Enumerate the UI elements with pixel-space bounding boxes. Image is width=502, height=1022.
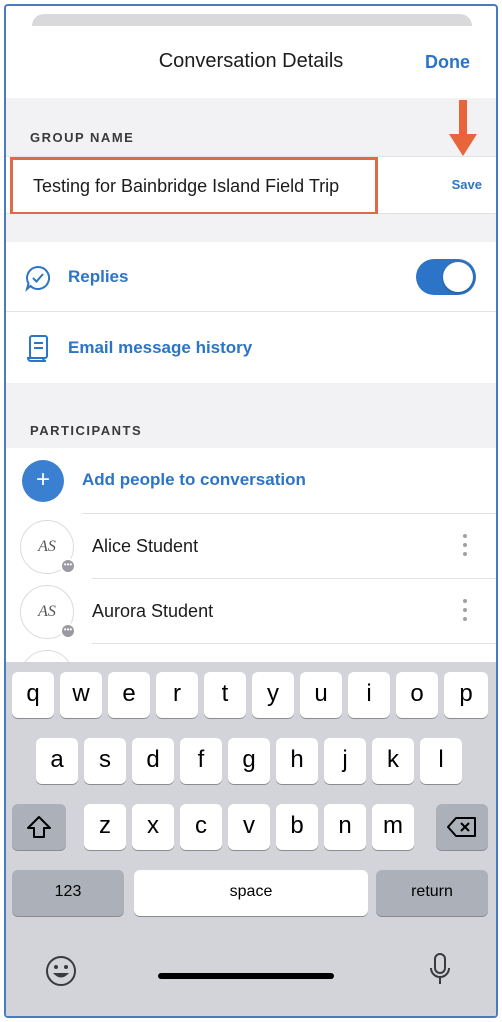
key-j[interactable]: j [324,738,366,784]
group-name-input[interactable]: Testing for Bainbridge Island Field Trip [10,157,378,215]
phone-frame: Conversation Details Done GROUP NAME Tes… [4,4,498,1018]
key-u[interactable]: u [300,672,342,718]
email-history-label: Email message history [68,338,253,357]
more-vertical-icon[interactable] [462,534,468,560]
home-indicator [158,973,334,979]
key-h[interactable]: h [276,738,318,784]
key-e[interactable]: e [108,672,150,718]
list-item-partial [6,644,496,704]
key-t[interactable]: t [204,672,246,718]
list-item[interactable]: AS ••• Alice Student [6,514,496,579]
shift-key[interactable] [12,804,66,850]
conversation-details-sheet: Conversation Details Done GROUP NAME Tes… [6,26,496,1016]
participant-name: Alice Student [92,536,199,556]
page-title: Conversation Details [158,50,344,72]
replies-label: Replies [68,267,129,286]
message-badge-icon: ••• [60,623,76,639]
add-people-label: Add people to conversation [82,470,306,489]
backspace-icon [447,817,476,837]
space-key[interactable]: space [134,870,368,916]
key-k[interactable]: k [372,738,414,784]
key-b[interactable]: b [276,804,318,850]
key-g[interactable]: g [228,738,270,784]
key-y[interactable]: y [252,672,294,718]
key-i[interactable]: i [348,672,390,718]
document-icon [26,335,48,362]
backspace-key[interactable] [436,804,488,850]
nav-bar: Conversation Details Done [6,26,496,98]
key-d[interactable]: d [132,738,174,784]
key-x[interactable]: x [132,804,174,850]
return-key[interactable]: return [376,870,488,916]
key-q[interactable]: q [12,672,54,718]
participants-label: PARTICIPANTS [30,423,143,438]
key-r[interactable]: r [156,672,198,718]
key-p[interactable]: p [444,672,488,718]
numbers-key[interactable]: 123 [12,870,124,916]
key-s[interactable]: s [84,738,126,784]
key-m[interactable]: m [372,804,414,850]
key-z[interactable]: z [84,804,126,850]
key-a[interactable]: a [36,738,78,784]
microphone-icon[interactable] [428,952,452,988]
plus-icon: + [22,460,64,502]
key-f[interactable]: f [180,738,222,784]
replies-icon [25,265,50,292]
key-w[interactable]: w [60,672,102,718]
key-v[interactable]: v [228,804,270,850]
participant-name: Aurora Student [92,601,214,621]
replies-toggle[interactable] [416,259,476,295]
group-name-header: GROUP NAME [6,98,496,156]
add-people-row[interactable]: + Add people to conversation [6,448,496,514]
group-name-label: GROUP NAME [30,130,135,145]
email-history-row[interactable]: Email message history [6,312,496,383]
message-badge-icon: ••• [60,558,76,574]
group-name-row: Testing for Bainbridge Island Field Trip… [6,156,496,215]
list-item[interactable]: AS ••• Aurora Student [6,579,496,644]
key-n[interactable]: n [324,804,366,850]
shift-icon [27,816,51,838]
emoji-icon[interactable] [44,954,78,988]
toggle-knob [443,262,473,292]
key-o[interactable]: o [396,672,438,718]
arrow-down-icon [449,100,477,156]
done-button[interactable]: Done [425,52,470,73]
keyboard: q w e r t y u i o p a s d f g h j k l z … [6,662,496,1016]
key-c[interactable]: c [180,804,222,850]
participants-header: PARTICIPANTS [6,383,496,448]
more-vertical-icon[interactable] [462,599,468,625]
save-button[interactable]: Save [452,177,482,192]
spacer [6,214,496,242]
key-l[interactable]: l [420,738,462,784]
replies-row[interactable]: Replies [6,242,496,312]
